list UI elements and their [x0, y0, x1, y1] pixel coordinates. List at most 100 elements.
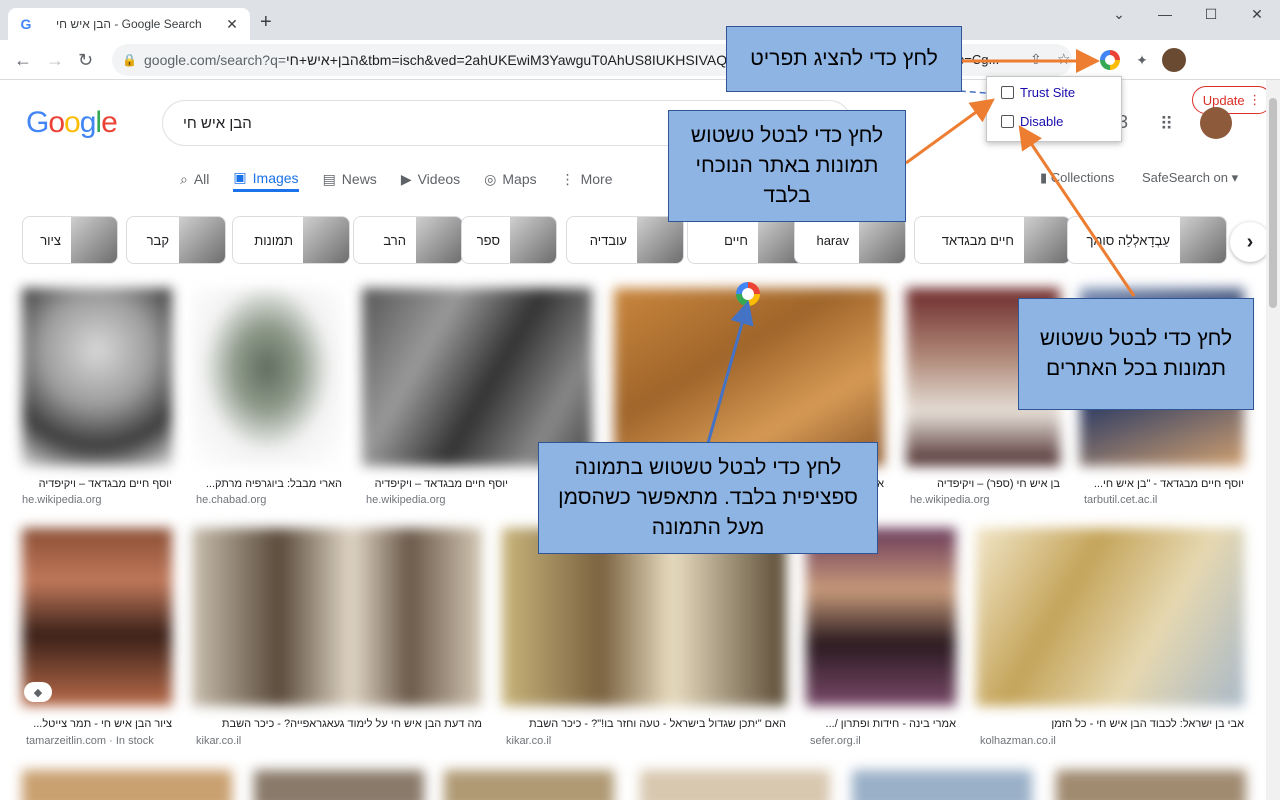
search-tabs: ⌕ All ▣ Images ▤ News ▶ Videos ◎ Maps ⋮ More [180, 166, 613, 196]
scrollbar-thumb[interactable] [1269, 98, 1277, 308]
trust-site-checkbox[interactable] [1001, 86, 1014, 99]
tab-title: הבן איש חי - Google Search [56, 17, 202, 31]
result-image[interactable] [614, 288, 884, 466]
more-dots-icon: ⋮ [560, 170, 575, 187]
browser-tab[interactable]: G הבן איש חי - Google Search ✕ [8, 8, 250, 40]
tab-videos[interactable]: ▶ Videos [401, 166, 460, 192]
url-text: google.com/search?q=הבן+איש+חי&tbm=isch&… [144, 52, 728, 68]
close-window-button[interactable]: ✕ [1234, 6, 1280, 23]
account-avatar[interactable] [1200, 107, 1232, 139]
update-button[interactable]: Update ⋮ [1192, 86, 1272, 114]
result-image[interactable] [1056, 770, 1246, 800]
search-value: הבן איש חי [183, 114, 252, 132]
result-image[interactable] [444, 770, 614, 800]
chip[interactable]: עַבְדָאלְלַה סומך [1067, 216, 1227, 264]
puzzle-extensions-icon[interactable]: ✦ [1130, 48, 1154, 72]
scrollbar[interactable] [1266, 80, 1280, 800]
reload-icon[interactable]: ↻ [78, 50, 93, 70]
result-source: he.wikipedia.org [366, 494, 446, 506]
result-caption[interactable]: אמרי בינה - חידות ופתרון /... [806, 718, 956, 730]
result-source: tarbutil.cet.ac.il [1084, 494, 1158, 506]
chip[interactable]: קבר [126, 216, 226, 264]
callout-all-sites: לחץ כדי לבטל טשטוש תמונות בכל האתרים [1018, 298, 1254, 410]
lock-icon: 🔒 [122, 53, 137, 67]
result-source: kikar.co.il [506, 735, 552, 747]
bookmark-star-icon[interactable]: ☆ [1057, 50, 1070, 68]
result-caption[interactable]: יוסף חיים מבגדאד - "בן איש חי... [1080, 478, 1244, 490]
tab-close-icon[interactable]: ✕ [224, 16, 240, 33]
chip[interactable]: harav [794, 216, 906, 264]
result-image[interactable] [806, 528, 956, 706]
chip[interactable]: חיים מבגדאד [914, 216, 1071, 264]
result-image[interactable] [976, 528, 1244, 706]
chip[interactable]: עובדיה [566, 216, 684, 264]
apps-grid-icon[interactable]: ⠿ [1160, 114, 1173, 135]
url-end-text: p=Cg... [957, 52, 1000, 67]
video-icon: ▶ [400, 170, 412, 187]
chip-thumbnail [416, 217, 462, 263]
unblur-eye-icon[interactable] [736, 282, 760, 306]
result-image[interactable] [254, 770, 424, 800]
minimize-button[interactable]: — [1142, 6, 1188, 22]
map-pin-icon: ◎ [484, 170, 497, 187]
result-caption[interactable]: יוסף חיים מבגדאד – ויקיפדיה [362, 478, 508, 490]
disable-checkbox[interactable] [1001, 115, 1014, 128]
tab-images[interactable]: ▣ Images [233, 166, 299, 192]
tab-all[interactable]: ⌕ All [180, 166, 209, 192]
tab-news[interactable]: ▤ News [323, 166, 377, 192]
chip-thumbnail [637, 217, 683, 263]
new-tab-button[interactable]: + [260, 12, 272, 32]
menu-dots-icon: ⋮ [1248, 92, 1262, 107]
result-caption[interactable]: יוסף חיים מבגדאד – ויקיפדיה [22, 478, 172, 490]
result-source: he.chabad.org [196, 494, 267, 506]
chip[interactable]: תמונות [232, 216, 350, 264]
chip[interactable]: ציור [22, 216, 118, 264]
news-icon: ▤ [322, 170, 336, 187]
result-image[interactable] [192, 288, 342, 466]
result-caption[interactable]: האם "יתכן שגדול בישראל - טעה וחזר בו!"? … [502, 718, 786, 730]
safesearch-dropdown[interactable]: SafeSearch on ▾ [1142, 170, 1238, 186]
bookmark-icon: ▮ [1040, 170, 1051, 185]
result-source: kolhazman.co.il [980, 735, 1056, 747]
maximize-button[interactable]: ☐ [1188, 6, 1234, 23]
result-image[interactable] [502, 528, 786, 706]
trust-site-option[interactable]: Trust Site [1001, 85, 1075, 100]
browser-toolbar: ← → ↻ 🔒 google.com/search?q=הבן+איש+חי&t… [0, 40, 1280, 114]
result-caption[interactable]: מה דעת הבן איש חי על לימוד געאגראפייה? -… [192, 718, 482, 730]
tab-search-icon[interactable]: ⌄ [1096, 6, 1142, 23]
update-label: Update [1202, 92, 1245, 108]
forward-arrow-icon[interactable]: → [46, 50, 64, 70]
image-blur-extension-button[interactable] [1098, 48, 1122, 72]
chip[interactable]: הרב [353, 216, 463, 264]
disable-option[interactable]: Disable [1001, 114, 1063, 129]
chip-thumbnail [1180, 217, 1226, 263]
result-caption[interactable]: הארי מבבל: ביוגרפיה מרתק... [192, 478, 342, 490]
callout-specific-image: לחץ כדי לבטל טשטוש בתמונה ספציפית בלבד. … [538, 442, 878, 554]
tab-maps[interactable]: ◎ Maps [484, 166, 536, 192]
related-chips: ציור קבר תמונות הרב ספר עובדיה חיים hara… [22, 216, 1252, 266]
result-image[interactable] [22, 770, 232, 800]
chevron-right-icon[interactable]: › [1230, 222, 1270, 262]
result-caption[interactable]: ציור הבן איש חי - תמר צייטל... [22, 718, 172, 730]
chip[interactable]: חיים [687, 216, 805, 264]
share-icon[interactable]: ⇪ [1030, 51, 1042, 68]
result-image[interactable] [22, 288, 172, 466]
result-image[interactable] [192, 528, 482, 706]
result-image[interactable] [362, 288, 592, 466]
chip-thumbnail [179, 217, 225, 263]
google-logo[interactable]: Google [26, 106, 118, 140]
profile-avatar[interactable] [1162, 48, 1186, 72]
google-favicon-icon: G [20, 16, 32, 32]
result-image[interactable] [852, 770, 1032, 800]
result-source: kikar.co.il [196, 735, 242, 747]
result-source: he.wikipedia.org [22, 494, 102, 506]
collections-link[interactable]: ▮ Collections [1040, 170, 1114, 186]
result-caption[interactable]: אבי בן ישראל: לכבוד הבן איש חי - כל הזמן [976, 718, 1244, 730]
chip[interactable]: ספר [461, 216, 557, 264]
tab-more[interactable]: ⋮ More [561, 166, 613, 192]
result-image[interactable] [640, 770, 830, 800]
chip-thumbnail [71, 217, 117, 263]
result-caption[interactable]: בן איש חי (ספר) – ויקיפדיה [906, 478, 1060, 490]
back-arrow-icon[interactable]: ← [14, 50, 32, 70]
result-image[interactable] [22, 528, 172, 706]
